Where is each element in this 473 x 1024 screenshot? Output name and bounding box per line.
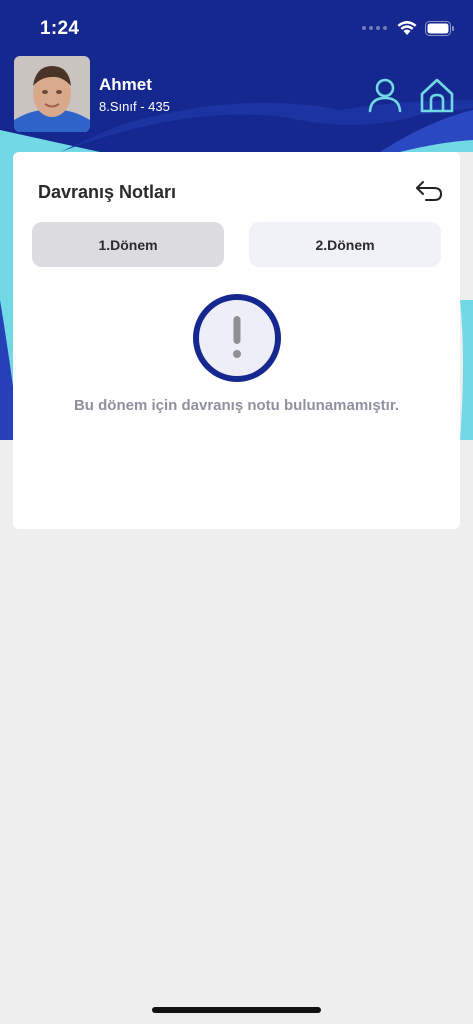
- empty-state-message: Bu dönem için davranış notu bulunamamışt…: [73, 397, 400, 414]
- status-icons: [361, 20, 455, 36]
- battery-icon: [425, 20, 454, 36]
- cellular-signal-icon: [362, 26, 387, 30]
- student-profile: Ahmet 8.Sınıf - 435: [14, 56, 170, 132]
- card-title: Davranış Notları: [38, 182, 177, 202]
- home-button[interactable]: [418, 76, 456, 114]
- student-name: Ahmet: [99, 74, 152, 94]
- back-arrow-icon: [416, 181, 443, 201]
- student-class: 8.Sınıf - 435: [99, 98, 170, 114]
- exclamation-icon: [193, 294, 281, 382]
- behavior-notes-card: Davranış Notları 1.Dönem 2.Dönem Bu döne…: [13, 152, 460, 529]
- status-bar: 1:24: [0, 0, 473, 56]
- avatar-photo: [14, 56, 90, 132]
- profile-button[interactable]: [366, 76, 404, 114]
- profile-info: Ahmet 8.Sınıf - 435: [99, 75, 170, 114]
- user-icon: [368, 78, 402, 113]
- tab-term-1[interactable]: 1.Dönem: [32, 222, 224, 267]
- home-indicator[interactable]: [152, 1007, 321, 1013]
- tab-term-2[interactable]: 2.Dönem: [249, 222, 441, 267]
- wifi-icon: [397, 21, 417, 35]
- status-time: 1:24: [40, 18, 80, 39]
- home-icon: [420, 78, 454, 113]
- back-button[interactable]: [414, 178, 444, 204]
- avatar: [14, 56, 90, 132]
